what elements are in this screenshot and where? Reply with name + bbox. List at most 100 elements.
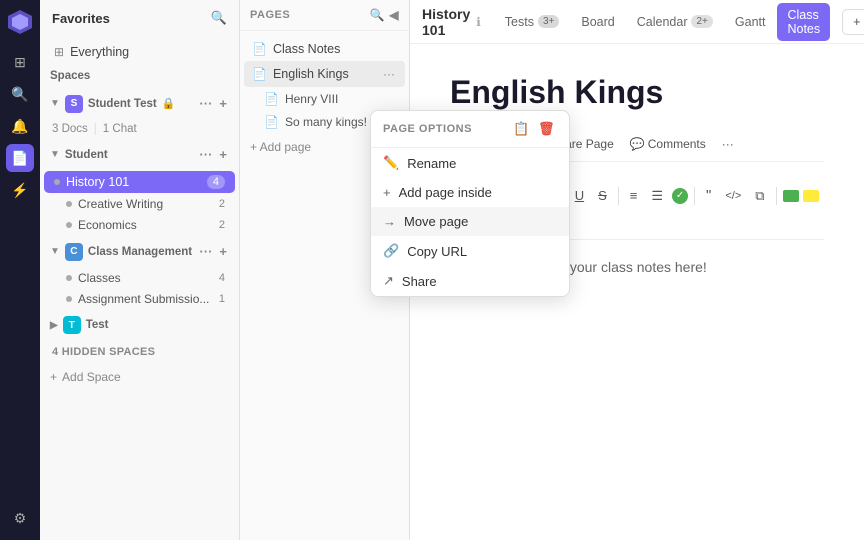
context-menu-header: PAGE OPTIONS 📋 🗑 — [371, 111, 569, 148]
pages-header-actions: 🔍 ◀ — [370, 8, 399, 22]
context-copy-url[interactable]: 🔗 Copy URL — [371, 236, 569, 266]
add-icon[interactable]: + — [217, 94, 229, 113]
page-item-henry-viii[interactable]: 📄 Henry VIII — [244, 88, 405, 110]
classes-badge: 4 — [219, 272, 225, 284]
search-pages-icon[interactable]: 🔍 — [370, 8, 385, 22]
add-space-button[interactable]: + Add Space — [40, 364, 239, 390]
strikethrough-button[interactable]: S — [593, 185, 612, 206]
quote-button[interactable]: " — [701, 184, 716, 207]
context-add-page[interactable]: + Add page inside — [371, 178, 569, 207]
share-label: Share — [402, 274, 437, 289]
embed-button[interactable]: ⧉ — [750, 185, 769, 207]
sidebar-search-icon[interactable]: 🔍 — [211, 10, 227, 26]
context-copy-icon[interactable]: 📋 — [511, 119, 532, 139]
collapse-arrow-3: ▼ — [50, 246, 60, 257]
sidebar-header: Favorites 🔍 — [40, 0, 239, 36]
underline-button[interactable]: U — [570, 185, 589, 206]
student-test-group[interactable]: ▼ S Student Test 🔒 ··· + — [40, 88, 239, 119]
sidebar-item-apps[interactable]: ⚡ — [6, 176, 34, 204]
sidebar-item-notification[interactable]: 🔔 — [6, 112, 34, 140]
info-icon[interactable]: ℹ — [476, 15, 481, 29]
docs-link[interactable]: 3 Docs — [52, 123, 88, 135]
more-icon-3[interactable]: ··· — [197, 242, 214, 261]
english-kings-more[interactable]: ··· — [381, 65, 397, 83]
tests-badge: 3+ — [538, 15, 559, 28]
test-group[interactable]: ▶ T Test — [40, 310, 239, 340]
dot-icon-5 — [66, 296, 72, 302]
spaces-group[interactable]: Spaces — [40, 64, 239, 88]
comments-button[interactable]: 💬 Comments — [624, 133, 712, 155]
sidebar-item-pages[interactable]: 📄 — [6, 144, 34, 172]
tab-calendar[interactable]: Calendar 2+ — [627, 10, 723, 34]
code-button[interactable]: </> — [720, 187, 746, 205]
everything-label: Everything — [70, 45, 129, 59]
sidebar-item-creative[interactable]: Creative Writing 2 — [44, 194, 235, 214]
spaces-label: Spaces — [50, 70, 90, 82]
context-trash-icon[interactable]: 🗑 — [536, 119, 557, 139]
hidden-spaces: 4 HIDDEN SPACES — [40, 340, 239, 364]
more-icon-2[interactable]: ··· — [197, 145, 214, 164]
lock-icon: 🔒 — [162, 97, 176, 110]
dot-icon-3 — [66, 222, 72, 228]
class-management-label: Class Management — [88, 246, 192, 258]
student-label: Student — [65, 149, 108, 161]
more-icon[interactable]: ··· — [197, 94, 214, 113]
english-kings-actions: ··· — [381, 65, 397, 83]
ordered-list-button[interactable]: ☰ — [646, 185, 668, 207]
sidebar-item-everything[interactable]: ⊞ Everything — [44, 41, 235, 63]
calendar-label: Calendar — [637, 15, 688, 29]
collapse-arrow-2: ▼ — [50, 149, 60, 160]
tab-gantt[interactable]: Gantt — [725, 10, 776, 34]
check-button[interactable]: ✓ — [672, 188, 688, 204]
page-item-class-notes[interactable]: 📄 Class Notes — [244, 38, 405, 60]
tab-class-notes[interactable]: Class Notes — [777, 3, 830, 41]
move-page-label: Move page — [404, 214, 468, 229]
student-test-actions: ··· + — [197, 94, 229, 113]
page-item-english-kings[interactable]: 📄 English Kings ··· — [244, 61, 405, 87]
classes-label: Classes — [78, 271, 121, 285]
comments-label: Comments — [648, 137, 706, 151]
toolbar-divider-2 — [618, 187, 619, 205]
copy-url-icon: 🔗 — [383, 243, 399, 259]
sidebar-item-search[interactable]: 🔍 — [6, 80, 34, 108]
english-kings-label: English Kings — [273, 67, 349, 81]
class-management-group[interactable]: ▼ C Class Management ··· + — [40, 236, 239, 267]
sidebar-item-history[interactable]: History 101 4 — [44, 171, 235, 193]
color-yellow-button[interactable] — [803, 190, 819, 202]
add-icon-2[interactable]: + — [217, 145, 229, 164]
context-rename[interactable]: ✏️ Rename — [371, 148, 569, 178]
sidebar-item-economics[interactable]: Economics 2 — [44, 215, 235, 235]
view-plus-icon: + — [853, 15, 860, 29]
app-logo[interactable] — [6, 8, 34, 36]
sidebar-item-assignment[interactable]: Assignment Submissio... 1 — [44, 289, 235, 309]
student-test-label: Student Test — [88, 98, 157, 110]
color-green-button[interactable] — [783, 190, 799, 202]
class-management-actions: ··· + — [197, 242, 229, 261]
comments-icon: 💬 — [630, 137, 645, 151]
context-share[interactable]: ↗ Share — [371, 266, 569, 296]
sidebar-item-home[interactable]: ⊞ — [6, 48, 34, 76]
view-button[interactable]: + View — [842, 9, 864, 35]
creative-label: Creative Writing — [78, 197, 163, 211]
toolbar-divider-3 — [694, 187, 695, 205]
collapse-arrow: ▼ — [50, 98, 60, 109]
collapse-pages-icon[interactable]: ◀ — [389, 8, 399, 22]
add-page-inside-label: Add page inside — [399, 185, 492, 200]
favorites-title: Favorites — [52, 11, 110, 26]
student-group[interactable]: ▼ Student ··· + — [40, 139, 239, 170]
dot-icon — [54, 179, 60, 185]
tab-tests[interactable]: Tests 3+ — [495, 10, 570, 34]
tab-board[interactable]: Board — [571, 10, 624, 34]
sidebar: Favorites 🔍 ⊞ Everything Spaces ▼ S Stud… — [40, 0, 240, 540]
more-options-icon[interactable]: ··· — [716, 133, 740, 155]
list-button[interactable]: ≡ — [625, 185, 643, 206]
student-actions: ··· + — [197, 145, 229, 164]
sidebar-item-classes[interactable]: Classes 4 — [44, 268, 235, 288]
add-icon-3[interactable]: + — [217, 242, 229, 261]
assignment-label: Assignment Submissio... — [78, 292, 209, 306]
context-move-page[interactable]: → Move page — [371, 207, 569, 236]
sidebar-item-settings[interactable]: ⚙ — [6, 504, 34, 532]
chat-link[interactable]: 1 Chat — [103, 123, 137, 135]
rename-label: Rename — [407, 156, 456, 171]
context-menu: PAGE OPTIONS 📋 🗑 ✏️ Rename + Add page in… — [370, 110, 570, 297]
